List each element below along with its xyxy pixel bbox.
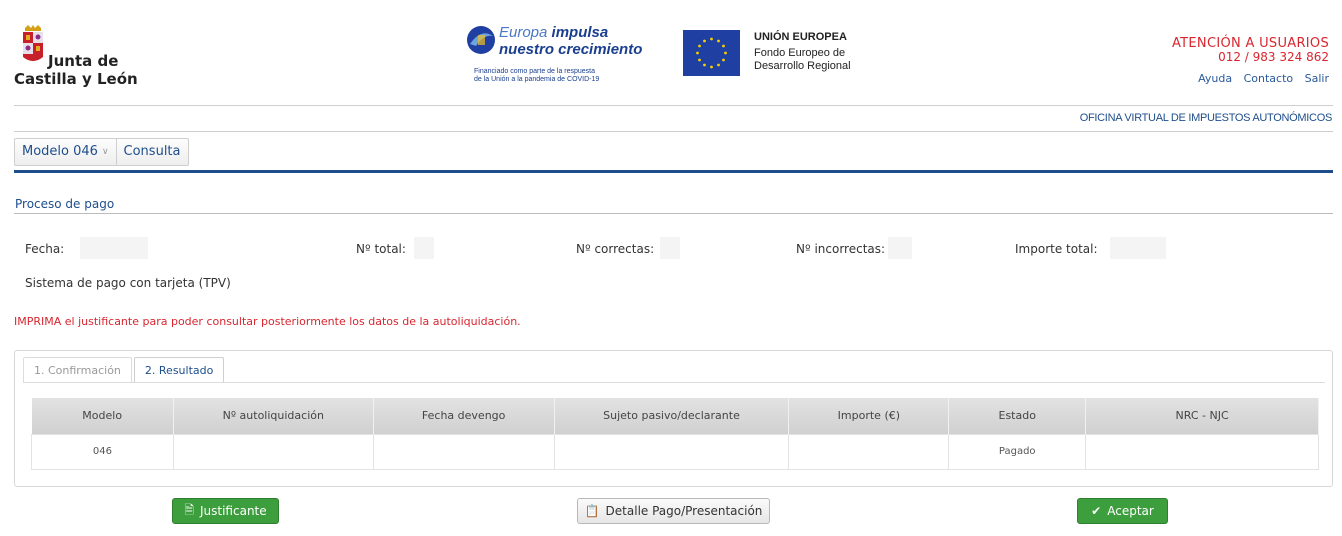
correctas-value (660, 237, 680, 259)
eu-swirl-icon (467, 26, 495, 54)
aceptar-label: Aceptar (1107, 504, 1154, 518)
aceptar-button[interactable]: ✔ Aceptar (1077, 498, 1168, 524)
menu-model-dropdown[interactable]: Modelo 046 ∨ (15, 139, 116, 165)
column-header[interactable]: Importe (€) (788, 398, 950, 434)
menu-underline (14, 170, 1333, 173)
office-divider (14, 131, 1333, 132)
column-header[interactable]: Sujeto pasivo/declarante (554, 398, 790, 434)
clipboard-icon: 📋 (584, 504, 600, 518)
column-header[interactable]: Estado (948, 398, 1087, 434)
correctas-label: Nº correctas: (576, 242, 655, 256)
print-warning: IMPRIMA el justificante para poder consu… (14, 315, 521, 328)
office-title: OFICINA VIRTUAL DE IMPUESTOS AUTONÓMICOS (1079, 112, 1333, 124)
column-header[interactable]: Modelo (31, 398, 174, 434)
document-icon: 🗎 (184, 502, 194, 517)
eu-flag-icon (683, 30, 740, 76)
europa-footnote: Financiado como parte de la respuesta de… (474, 68, 599, 84)
importe-label: Importe total: (1015, 242, 1098, 256)
main-menu: Modelo 046 ∨ Consulta (14, 138, 189, 166)
coat-of-arms-icon (23, 25, 43, 61)
header-links: Ayuda Contacto Salir (1172, 72, 1329, 85)
detalle-label: Detalle Pago/Presentación (605, 504, 763, 518)
total-label: Nº total: (356, 242, 406, 256)
europa-impulsa-logo: Europa impulsa nuestro crecimiento Finan… (466, 24, 656, 92)
help-link[interactable]: Ayuda (1198, 72, 1232, 85)
europa-footnote-line2: de la Unión a la pandemia de COVID-19 (474, 76, 600, 83)
tab-divider (23, 382, 1325, 383)
fecha-label: Fecha: (25, 242, 65, 256)
page-header: Junta de Castilla y León Europa impulsa … (0, 0, 1342, 105)
org-name-line2: Castilla y León (14, 70, 138, 88)
result-table: Modelo Nº autoliquidación Fecha devengo … (31, 398, 1319, 470)
menu-model-label: Modelo 046 (22, 144, 98, 159)
section-title: Proceso de pago (15, 197, 115, 211)
junta-castilla-leon-logo[interactable]: Junta de Castilla y León (14, 18, 144, 88)
logout-link[interactable]: Salir (1305, 72, 1329, 85)
eu-fund-text: UNIÓN EUROPEA Fondo Europeo de Desarroll… (754, 31, 851, 73)
support-title: ATENCIÓN A USUARIOS (1171, 36, 1329, 51)
incorrectas-value (888, 237, 912, 259)
org-name-line1: Junta de (48, 52, 119, 70)
tab-bar: 1. Confirmación 2. Resultado (23, 357, 226, 382)
importe-value (1110, 237, 1166, 259)
fecha-value (80, 237, 148, 259)
tab-confirmacion[interactable]: 1. Confirmación (23, 357, 132, 382)
chevron-down-icon: ∨ (101, 147, 109, 157)
table-cell: Pagado (948, 433, 1087, 470)
column-header[interactable]: NRC - NJC (1085, 398, 1319, 434)
detalle-pago-button[interactable]: 📋 Detalle Pago/Presentación (577, 498, 770, 524)
europa-word: Europa (499, 24, 548, 41)
menu-consulta[interactable]: Consulta (115, 139, 188, 165)
europa-subtitle: nuestro crecimiento (499, 41, 643, 58)
impulsa-word: impulsa (547, 24, 609, 41)
incorrectas-label: Nº incorrectas: (796, 242, 886, 256)
total-value (414, 237, 434, 259)
user-support-block: ATENCIÓN A USUARIOS 012 / 983 324 862 Ay… (1171, 36, 1329, 86)
column-header[interactable]: Fecha devengo (373, 398, 555, 434)
table-header-row: Modelo Nº autoliquidación Fecha devengo … (31, 398, 1319, 434)
tab-resultado[interactable]: 2. Resultado (133, 357, 225, 382)
table-cell (788, 433, 950, 470)
contact-link[interactable]: Contacto (1244, 72, 1294, 85)
justificante-button[interactable]: 🗎 Justificante (172, 498, 279, 524)
eu-title: UNIÓN EUROPEA (754, 31, 847, 43)
eu-fund-line2: Desarrollo Regional (754, 60, 851, 72)
section-divider (14, 213, 1333, 214)
table-cell (372, 433, 555, 470)
eu-fund-line1: Fondo Europeo de (754, 47, 846, 59)
justificante-label: Justificante (200, 504, 267, 518)
table-cell (553, 433, 790, 470)
table-cell (172, 433, 374, 470)
column-header[interactable]: Nº autoliquidación (173, 398, 374, 434)
table-row: 046 Pagado (31, 433, 1319, 470)
header-divider (14, 105, 1333, 106)
table-cell (1085, 433, 1319, 470)
support-phone: 012 / 983 324 862 (1218, 50, 1329, 64)
payment-system-text: Sistema de pago con tarjeta (TPV) (25, 276, 231, 290)
europa-title: Europa impulsa (499, 24, 608, 41)
table-cell: 046 (31, 433, 174, 470)
result-panel: 1. Confirmación 2. Resultado Modelo Nº a… (14, 350, 1333, 487)
checkmark-icon: ✔ (1091, 504, 1102, 518)
europa-footnote-line1: Financiado como parte de la respuesta (474, 68, 596, 75)
